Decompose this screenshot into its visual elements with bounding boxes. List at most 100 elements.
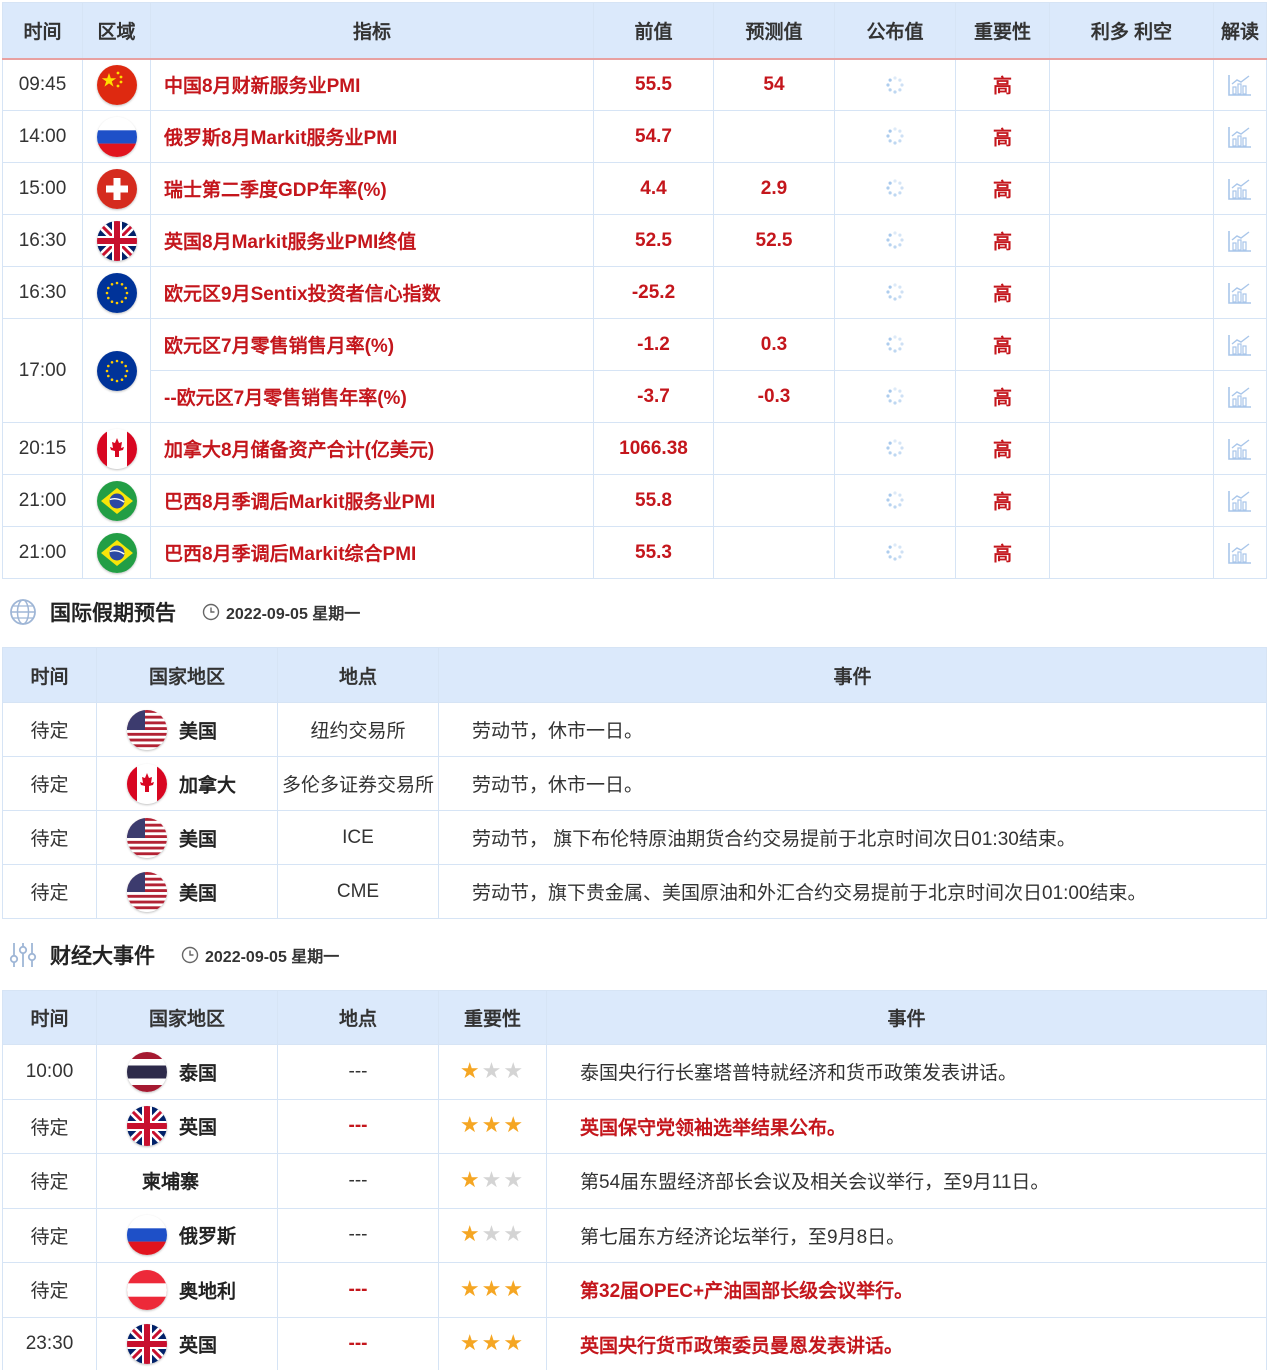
chart-analysis-icon[interactable] (1227, 437, 1253, 461)
calendar-row[interactable]: 14:00 俄罗斯8月Markit服务业PMI 54.7 高 (2, 110, 1267, 163)
event-header-place: 地点 (277, 990, 439, 1045)
chart-analysis-icon[interactable] (1227, 541, 1253, 565)
calendar-row[interactable]: --欧元区7月零售销售年率(%) -3.7 -0.3 高 (3, 370, 1267, 423)
chart-analysis-icon[interactable] (1227, 229, 1253, 253)
indicator-link[interactable]: 巴西8月季调后Markit服务业PMI (150, 474, 594, 527)
importance-level: 高 (955, 370, 1050, 423)
chart-analysis-icon[interactable] (1227, 333, 1253, 357)
analysis-cell[interactable] (1213, 214, 1267, 267)
importance-level: 高 (955, 266, 1050, 319)
star-icon: ★ (503, 1166, 524, 1192)
chart-analysis-icon[interactable] (1227, 73, 1253, 97)
holiday-country: 美国 (96, 810, 278, 865)
event-time: 17:00 (2, 318, 83, 423)
actual-value (834, 318, 956, 371)
importance-level: 高 (955, 162, 1050, 215)
indicator-link[interactable]: 中国8月财新服务业PMI (150, 58, 594, 111)
analysis-cell[interactable] (1213, 58, 1267, 111)
analysis-cell[interactable] (1213, 266, 1267, 319)
importance-stars: ★★★ (460, 1332, 525, 1356)
event-header-country: 国家地区 (96, 990, 278, 1045)
previous-value: -25.2 (593, 266, 714, 319)
impact-cell (1049, 162, 1214, 215)
event-place: --- (277, 1316, 439, 1370)
events-section-header: 财经大事件 2022-09-05 星期一 (8, 938, 339, 972)
previous-value: 55.5 (593, 58, 714, 111)
holiday-row: 待定 美国 ICE 劳动节， 旗下布伦特原油期货合约交易提前于北京时间次日01:30结… (2, 810, 1267, 865)
events-date: 2022-09-05 星期一 (205, 949, 340, 966)
loading-spinner-icon (886, 335, 904, 354)
indicator-link[interactable]: 俄罗斯8月Markit服务业PMI (150, 110, 594, 163)
importance-stars: ★★★ (460, 1275, 525, 1302)
analysis-cell[interactable] (1213, 318, 1267, 371)
star-icon: ★ (481, 1057, 502, 1083)
event-time: 待定 (2, 1153, 97, 1209)
globe-icon (10, 599, 36, 625)
indicator-link[interactable]: 欧元区7月零售销售月率(%) (150, 318, 594, 371)
region-flag (82, 214, 151, 267)
flag-region-icon (96, 116, 137, 157)
importance-level: 高 (955, 318, 1050, 371)
event-place: --- (277, 1153, 439, 1209)
calendar-row[interactable]: 16:30 欧元区9月Sentix投资者信心指数 -25.2 高 (2, 266, 1267, 319)
holiday-header-time: 时间 (2, 647, 97, 703)
importance-level: 高 (955, 214, 1050, 267)
chart-analysis-icon[interactable] (1227, 385, 1253, 409)
flag-country-icon (127, 1269, 167, 1310)
calendar-row[interactable]: 15:00 瑞士第二季度GDP年率(%) 4.4 2.9 高 (2, 162, 1267, 215)
analysis-cell[interactable] (1213, 370, 1267, 423)
country-name: 柬埔寨 (142, 1172, 200, 1194)
analysis-cell[interactable] (1213, 110, 1267, 163)
holidays-table: 时间 国家地区 地点 事件 待定 美国 纽约交易所 劳动节，休市一日。 待定 加拿大 多伦多… (2, 647, 1267, 919)
event-country: 英国 (96, 1316, 278, 1370)
country-name: 俄罗斯 (179, 1226, 237, 1248)
flag-country-icon (127, 1324, 167, 1365)
chart-analysis-icon[interactable] (1227, 489, 1253, 513)
event-time: 待定 (2, 1262, 97, 1318)
country-name: 美国 (179, 883, 218, 904)
holiday-place: 多伦多证券交易所 (277, 756, 439, 811)
chart-analysis-icon[interactable] (1227, 125, 1253, 149)
calendar-row[interactable]: 09:45 中国8月财新服务业PMI 55.5 54 高 (2, 58, 1267, 111)
analysis-cell[interactable] (1213, 422, 1267, 475)
forecast-value: -0.3 (713, 370, 835, 423)
event-time: 14:00 (2, 110, 83, 163)
col-header-importance: 重要性 (955, 2, 1050, 59)
holidays-date: 2022-09-05 星期一 (226, 606, 361, 623)
holidays-title: 国际假期预告 (50, 602, 176, 625)
calendar-row[interactable]: 20:15 加拿大8月储备资产合计(亿美元) 1066.38 高 (2, 422, 1267, 475)
col-header-forecast: 预测值 (713, 2, 835, 59)
indicator-link[interactable]: 欧元区9月Sentix投资者信心指数 (150, 266, 594, 319)
event-place: --- (277, 1262, 439, 1318)
calendar-row[interactable]: 16:30 英国8月Markit服务业PMI终值 52.5 52.5 高 (2, 214, 1267, 267)
analysis-cell[interactable] (1213, 526, 1267, 579)
actual-value (834, 422, 956, 475)
actual-value (834, 370, 956, 423)
forecast-value: 54 (713, 58, 835, 111)
flag-country-icon (127, 1051, 167, 1092)
calendar-row[interactable]: 21:00 巴西8月季调后Markit综合PMI 55.3 高 (2, 526, 1267, 579)
indicator-link[interactable]: 英国8月Markit服务业PMI终值 (150, 214, 594, 267)
importance-level: 高 (955, 58, 1050, 111)
calendar-row[interactable]: 17:00 欧元区7月零售销售月率(%) -1.2 0.3 高 (2, 318, 1267, 423)
loading-spinner-icon (886, 283, 904, 302)
calendar-row[interactable]: 21:00 巴西8月季调后Markit服务业PMI 55.8 高 (2, 474, 1267, 527)
holiday-country: 美国 (96, 864, 278, 919)
indicator-link[interactable]: 加拿大8月储备资产合计(亿美元) (150, 422, 594, 475)
loading-spinner-icon (886, 439, 904, 458)
star-icon: ★ (503, 1275, 524, 1301)
indicator-link[interactable]: 瑞士第二季度GDP年率(%) (150, 162, 594, 215)
flag-country-icon (127, 1215, 167, 1256)
analysis-cell[interactable] (1213, 162, 1267, 215)
impact-cell (1049, 110, 1214, 163)
chart-analysis-icon[interactable] (1227, 281, 1253, 305)
analysis-cell[interactable] (1213, 474, 1267, 527)
col-header-region: 区域 (82, 2, 151, 59)
chart-analysis-icon[interactable] (1227, 177, 1253, 201)
holiday-time: 待定 (2, 756, 97, 811)
indicator-link[interactable]: --欧元区7月零售销售年率(%) (150, 370, 594, 423)
holiday-country: 美国 (96, 702, 278, 757)
indicator-link[interactable]: 巴西8月季调后Markit综合PMI (150, 526, 594, 579)
region-flag (82, 266, 151, 319)
flag-region-icon (96, 532, 137, 573)
